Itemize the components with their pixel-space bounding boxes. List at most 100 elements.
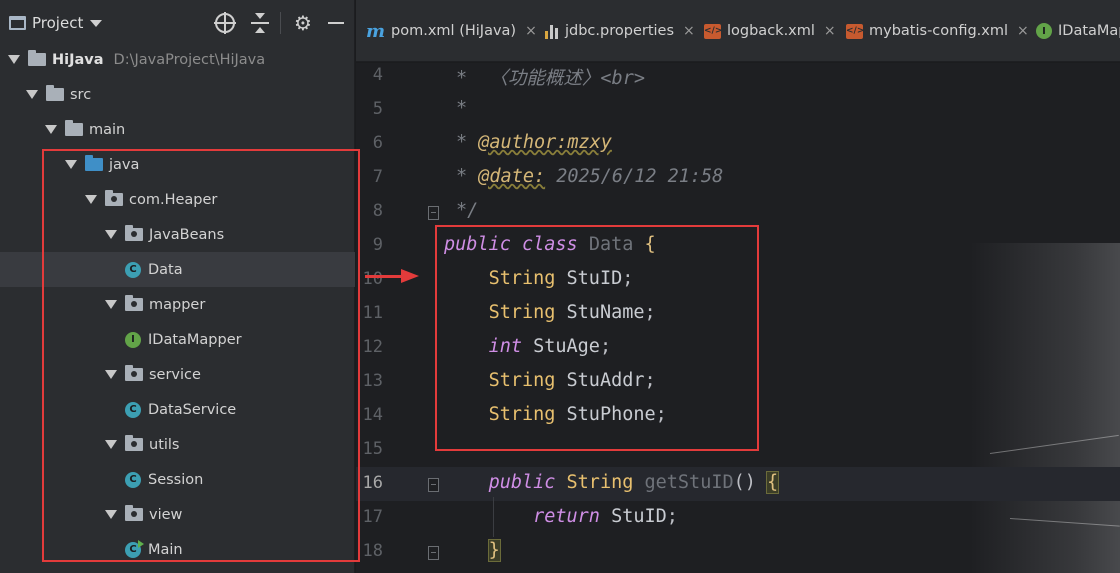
fold-marker-icon[interactable]	[428, 546, 439, 560]
close-icon[interactable]: ×	[525, 23, 537, 39]
tab-idatamapper[interactable]: I IDataMap	[1036, 0, 1120, 61]
editor-tab-bar: m pom.xml (HiJava) × jdbc.properties × <…	[356, 0, 1120, 62]
code-token: ;	[666, 506, 678, 527]
code-token: return	[533, 506, 600, 527]
line-number[interactable]: 18	[356, 541, 383, 561]
xml-icon: </>	[846, 23, 864, 39]
line-number[interactable]: 11	[356, 303, 383, 323]
code-line[interactable]: 18 }	[356, 535, 1120, 569]
tab-label: pom.xml (HiJava)	[391, 23, 517, 39]
code-text: */	[456, 200, 478, 221]
code-line[interactable]: 6 * @author:mzxy	[356, 127, 1120, 161]
interface-icon: I	[1036, 23, 1052, 39]
tab-jdbc-properties[interactable]: jdbc.properties ×	[545, 0, 695, 61]
gear-icon[interactable]: ⚙	[293, 13, 313, 33]
annotation-arrow-head	[401, 269, 419, 283]
tab-pom-xml[interactable]: m pom.xml (HiJava) ×	[366, 0, 537, 61]
code-token: }	[487, 539, 501, 562]
code-token: 2025/6/12 21:58	[545, 166, 724, 187]
project-view-selector[interactable]: Project	[32, 14, 83, 32]
tree-item-hijava[interactable]: HiJava D:\JavaProject\HiJava	[0, 42, 355, 77]
expand-arrow-icon[interactable]	[26, 90, 38, 99]
maven-icon: m	[366, 20, 386, 42]
locate-file-icon[interactable]	[214, 12, 236, 34]
code-token: *	[456, 166, 479, 187]
code-text: * @author:mzxy	[456, 132, 612, 153]
code-token: *	[456, 132, 479, 153]
code-text: *	[456, 98, 467, 119]
code-text: return StuID;	[444, 506, 678, 527]
indent-guide	[493, 497, 494, 537]
code-line[interactable]: 8 */	[356, 195, 1120, 229]
tab-mybatis-config-xml[interactable]: </> mybatis-config.xml ×	[846, 0, 1029, 61]
code-token: public	[488, 472, 556, 493]
code-line[interactable]: 17 return StuID;	[356, 501, 1120, 535]
code-line[interactable]: 4 * 〈功能概述〉<br>	[356, 63, 1120, 93]
line-number[interactable]: 10	[356, 269, 383, 289]
tab-label: logback.xml	[727, 23, 815, 39]
chevron-down-icon[interactable]	[90, 20, 102, 27]
expand-arrow-icon[interactable]	[8, 55, 20, 64]
line-number[interactable]: 6	[356, 133, 383, 153]
project-view-icon	[9, 16, 26, 30]
xml-icon: </>	[704, 23, 722, 39]
folder-icon	[46, 85, 64, 101]
expand-arrow-icon[interactable]	[45, 125, 57, 134]
code-token: *	[456, 98, 468, 119]
tree-item-main[interactable]: main	[0, 112, 355, 147]
code-token: String	[566, 472, 634, 493]
code-token: StuID	[599, 506, 667, 527]
tab-label: mybatis-config.xml	[869, 23, 1009, 39]
line-number[interactable]: 17	[356, 507, 383, 527]
tree-item-label: src	[70, 86, 92, 103]
folder-icon	[65, 120, 83, 136]
properties-icon	[545, 23, 559, 39]
fold-marker-icon[interactable]	[428, 206, 439, 220]
line-number[interactable]: 5	[356, 99, 383, 119]
line-number[interactable]: 7	[356, 167, 383, 187]
tree-item-label: HiJava	[52, 51, 104, 68]
code-token: {	[766, 471, 780, 494]
tab-label: jdbc.properties	[565, 23, 675, 39]
annotation-box-class-fields	[435, 225, 759, 451]
code-line[interactable]: 5 *	[356, 93, 1120, 127]
project-path: D:\JavaProject\HiJava	[113, 51, 266, 68]
line-number[interactable]: 16	[356, 473, 383, 493]
line-number[interactable]: 9	[356, 235, 383, 255]
close-icon[interactable]: ×	[824, 23, 836, 39]
code-token: */	[456, 200, 479, 221]
tree-item-label: main	[89, 121, 126, 138]
folder-icon	[28, 50, 46, 66]
project-panel-header: Project ⚙	[0, 0, 355, 42]
code-text: * @date: 2025/6/12 21:58	[456, 166, 723, 187]
tab-logback-xml[interactable]: </> logback.xml ×	[704, 0, 836, 61]
close-icon[interactable]: ×	[1017, 23, 1029, 39]
fold-marker-icon[interactable]	[428, 478, 439, 492]
line-number[interactable]: 8	[356, 201, 383, 221]
collapse-all-icon[interactable]	[250, 13, 270, 33]
code-token: @date:	[478, 166, 546, 187]
code-line[interactable]: 16 public String getStuID() {	[356, 467, 1120, 501]
code-line[interactable]: 7 * @date: 2025/6/12 21:58	[356, 161, 1120, 195]
code-token: * 〈功能概述〉<br>	[456, 68, 645, 89]
tab-label: IDataMap	[1058, 23, 1120, 39]
line-number[interactable]: 14	[356, 405, 383, 425]
line-number[interactable]: 15	[356, 439, 383, 459]
annotation-arrow	[365, 275, 403, 278]
tree-item-src[interactable]: src	[0, 77, 355, 112]
code-token: @author:mzxy	[478, 132, 612, 153]
code-token: getStuID	[644, 472, 734, 493]
close-icon[interactable]: ×	[683, 23, 695, 39]
code-text: public String getStuID() {	[444, 471, 780, 494]
code-text: * 〈功能概述〉<br>	[456, 64, 645, 90]
header-divider	[280, 12, 281, 34]
line-number[interactable]: 12	[356, 337, 383, 357]
line-number[interactable]: 4	[356, 65, 383, 85]
minimize-panel-icon[interactable]	[327, 13, 347, 33]
line-number[interactable]: 13	[356, 371, 383, 391]
